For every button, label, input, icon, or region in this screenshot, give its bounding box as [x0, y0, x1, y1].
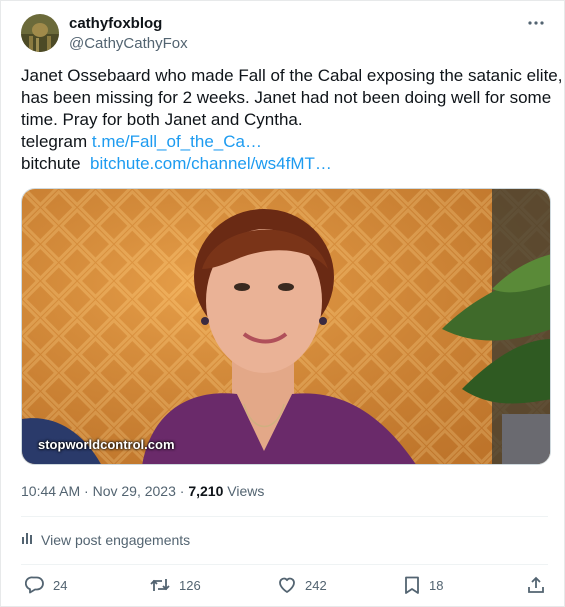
divider: [21, 516, 548, 517]
tweet-meta: 10:44 AM · Nov 29, 2023 · 7,210 Views: [21, 483, 264, 499]
reply-icon: [25, 575, 45, 595]
telegram-line: telegram t.me/Fall_of_the_Ca…: [21, 131, 551, 153]
tweet-text-line: Janet Ossebaard who made Fall of the Cab…: [21, 66, 563, 85]
user-display-name[interactable]: cathyfoxblog: [69, 15, 162, 32]
tweet-text-line: time. Pray for both Janet and Cyntha.: [21, 110, 303, 129]
reply-button[interactable]: 24: [25, 575, 67, 595]
views-count: 7,210: [188, 483, 224, 499]
share-button[interactable]: [526, 575, 546, 595]
tweet-text-line: has been missing for 2 weeks. Janet had …: [21, 88, 552, 107]
more-icon[interactable]: [526, 15, 546, 31]
view-engagements-button[interactable]: View post engagements: [21, 531, 190, 548]
reply-count: 24: [53, 577, 68, 593]
bookmark-count: 18: [429, 577, 444, 593]
tweet-text: Janet Ossebaard who made Fall of the Cab…: [21, 65, 563, 175]
repost-button[interactable]: 126: [149, 575, 201, 595]
like-button[interactable]: 242: [277, 575, 327, 595]
like-count: 242: [305, 577, 327, 593]
views-label: Views: [227, 483, 265, 499]
user-handle[interactable]: @CathyCathyFox: [69, 35, 188, 52]
repost-count: 126: [179, 577, 201, 593]
tweet-timestamp[interactable]: 10:44 AM · Nov 29, 2023 ·: [21, 483, 184, 499]
share-icon: [526, 575, 546, 595]
analytics-icon: [21, 531, 35, 548]
divider: [21, 564, 548, 565]
action-bar: 24 126 242 18: [21, 575, 551, 599]
telegram-label: telegram: [21, 132, 88, 151]
telegram-link[interactable]: t.me/Fall_of_the_Ca…: [92, 132, 262, 151]
photo-watermark: stopworldcontrol.com: [38, 437, 175, 452]
repost-icon: [149, 575, 171, 595]
like-icon: [277, 575, 297, 595]
tweet-photo[interactable]: stopworldcontrol.com: [21, 188, 551, 465]
avatar[interactable]: [21, 14, 59, 52]
tweet-card: cathyfoxblog @CathyCathyFox Janet Osseba…: [0, 0, 565, 607]
bookmark-icon: [403, 575, 421, 595]
bookmark-button[interactable]: 18: [403, 575, 443, 595]
bitchute-line: bitchute bitchute.com/channel/ws4fMT…: [21, 153, 551, 175]
view-engagements-label: View post engagements: [41, 531, 191, 548]
bitchute-label: bitchute: [21, 154, 81, 173]
bitchute-link[interactable]: bitchute.com/channel/ws4fMT…: [90, 154, 332, 173]
